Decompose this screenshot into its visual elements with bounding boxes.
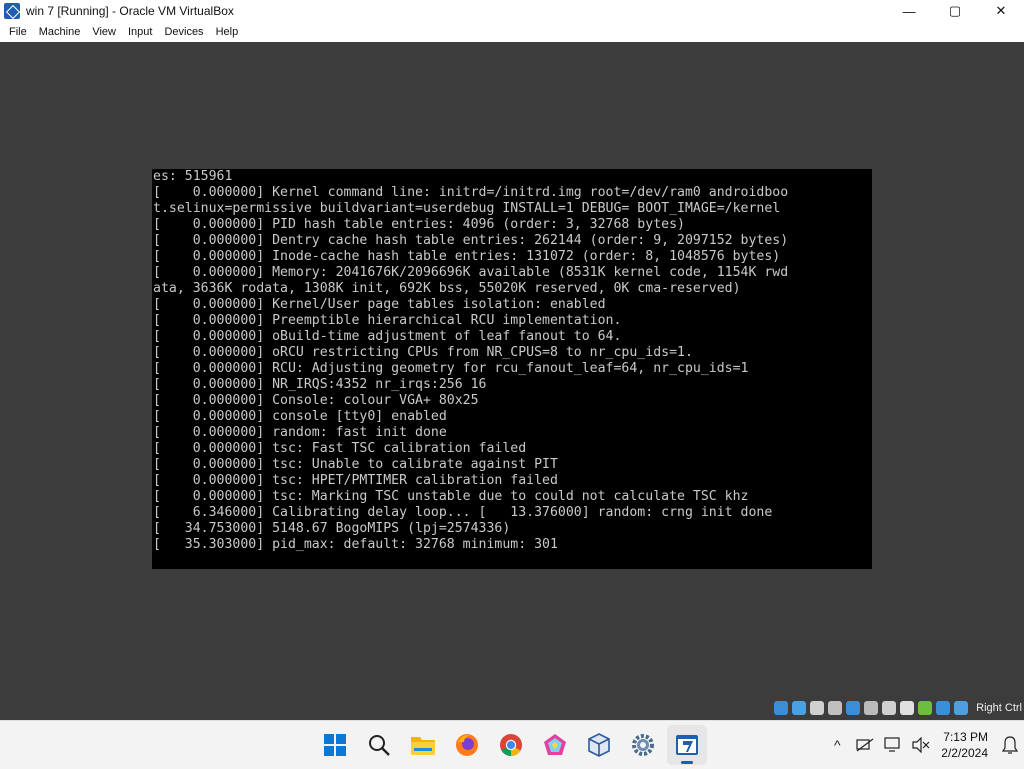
- console-line: [ 35.303000] pid_max: default: 32768 min…: [153, 537, 558, 552]
- console-line: t.selinux=permissive buildvariant=userde…: [153, 201, 781, 216]
- app-icon: [544, 734, 566, 755]
- virtualbox-button[interactable]: [579, 725, 619, 765]
- taskbar-apps: [315, 725, 707, 765]
- console-line: [ 0.000000] Kernel command line: initrd=…: [153, 185, 789, 200]
- vm-window-button[interactable]: [667, 725, 707, 765]
- console-line: [ 0.000000] Console: colour VGA+ 80x25: [153, 393, 479, 408]
- chevron-up-icon[interactable]: ^: [823, 731, 851, 759]
- cpu-icon[interactable]: [918, 701, 932, 715]
- audio-icon[interactable]: [792, 701, 806, 715]
- virtualbox-icon: [588, 733, 610, 757]
- console-line: [ 6.346000] Calibrating delay loop... [ …: [153, 505, 773, 520]
- keyboard-icon[interactable]: [954, 701, 968, 715]
- console-line: [ 34.753000] 5148.67 BogoMIPS (lpj=25743…: [153, 521, 511, 536]
- system-tray: ^ 7:13 PM 2/2/2024: [823, 721, 1024, 769]
- app-button[interactable]: [535, 725, 575, 765]
- vm-window-icon: [676, 735, 698, 755]
- menu-devices[interactable]: Devices: [158, 26, 209, 38]
- bell-icon: [1002, 736, 1018, 754]
- menu-file[interactable]: File: [3, 26, 33, 38]
- console-line: [ 0.000000] Kernel/User page tables isol…: [153, 297, 606, 312]
- close-button[interactable]: ✕: [978, 0, 1024, 22]
- start-button[interactable]: [315, 725, 355, 765]
- maximize-button[interactable]: ▢: [932, 0, 978, 22]
- clock-time: 7:13 PM: [943, 730, 988, 744]
- taskbar: ^ 7:13 PM 2/2/2024: [0, 720, 1024, 769]
- guest-console[interactable]: es: 515961[ 0.000000] Kernel command lin…: [152, 169, 872, 569]
- console-line: [ 0.000000] Preemptible hierarchical RCU…: [153, 313, 622, 328]
- notification-button[interactable]: [996, 731, 1024, 759]
- vm-display-area[interactable]: es: 515961[ 0.000000] Kernel command lin…: [0, 42, 1024, 698]
- console-line: [ 0.000000] tsc: HPET/PMTIMER calibratio…: [153, 473, 558, 488]
- status-icons: [774, 701, 968, 715]
- network-icon: [856, 738, 874, 752]
- mouse-integration-icon[interactable]: [936, 701, 950, 715]
- settings-icon: [632, 734, 654, 756]
- chrome-button[interactable]: [491, 725, 531, 765]
- console-line: [ 0.000000] oRCU restricting CPUs from N…: [153, 345, 693, 360]
- network-icon[interactable]: [810, 701, 824, 715]
- clock[interactable]: 7:13 PM 2/2/2024: [935, 729, 996, 761]
- console-line: [ 0.000000] random: fast init done: [153, 425, 447, 440]
- start-icon: [324, 734, 346, 756]
- console-line: [ 0.000000] tsc: Marking TSC unstable du…: [153, 489, 749, 504]
- search-button[interactable]: [359, 725, 399, 765]
- monitor-icon: [884, 737, 900, 752]
- menu-input[interactable]: Input: [122, 26, 158, 38]
- virtualization-icon[interactable]: [900, 701, 914, 715]
- menu-help[interactable]: Help: [210, 26, 245, 38]
- usb-icon[interactable]: [828, 701, 842, 715]
- console-line: [ 0.000000] Memory: 2041676K/2096696K av…: [153, 265, 789, 280]
- console-line: [ 0.000000] console [tty0] enabled: [153, 409, 447, 424]
- file-explorer-button[interactable]: [403, 725, 443, 765]
- console-line: ata, 3636K rodata, 1308K init, 692K bss,…: [153, 281, 741, 296]
- vm-status-bar: Right Ctrl: [0, 698, 1024, 720]
- optical-drive-icon[interactable]: [774, 701, 788, 715]
- menu-bar: File Machine View Input Devices Help: [0, 22, 1024, 42]
- virtualbox-icon: [4, 3, 20, 19]
- console-line: es: 515961: [153, 169, 233, 184]
- firefox-button[interactable]: [447, 725, 487, 765]
- host-key-label: Right Ctrl: [976, 702, 1022, 714]
- title-bar: win 7 [Running] - Oracle VM VirtualBox —…: [0, 0, 1024, 22]
- video-capture-icon[interactable]: [882, 701, 896, 715]
- firefox-icon: [456, 734, 478, 756]
- console-line: [ 0.000000] PID hash table entries: 4096…: [153, 217, 685, 232]
- file-explorer-icon: [411, 737, 435, 755]
- window-title: win 7 [Running] - Oracle VM VirtualBox: [26, 4, 234, 18]
- console-line: [ 0.000000] RCU: Adjusting geometry for …: [153, 361, 749, 376]
- minimize-button[interactable]: —: [886, 0, 932, 22]
- chrome-icon: [500, 734, 522, 756]
- settings-button[interactable]: [623, 725, 663, 765]
- console-line: [ 0.000000] tsc: Unable to calibrate aga…: [153, 457, 558, 472]
- volume-tray-icon[interactable]: [907, 731, 935, 759]
- display-tray-icon[interactable]: [879, 731, 907, 759]
- console-line: [ 0.000000] NR_IRQS:4352 nr_irqs:256 16: [153, 377, 487, 392]
- console-line: [ 0.000000] oBuild-time adjustment of le…: [153, 329, 622, 344]
- shared-folders-icon[interactable]: [846, 701, 860, 715]
- clock-date: 2/2/2024: [941, 746, 988, 760]
- console-line: [ 0.000000] Inode-cache hash table entri…: [153, 249, 781, 264]
- display-icon[interactable]: [864, 701, 878, 715]
- menu-machine[interactable]: Machine: [33, 26, 87, 38]
- speaker-muted-icon: [912, 737, 930, 753]
- console-line: [ 0.000000] Dentry cache hash table entr…: [153, 233, 789, 248]
- menu-view[interactable]: View: [86, 26, 122, 38]
- console-line: [ 0.000000] tsc: Fast TSC calibration fa…: [153, 441, 527, 456]
- window-controls: — ▢ ✕: [886, 0, 1024, 22]
- network-tray-icon[interactable]: [851, 731, 879, 759]
- search-icon: [369, 735, 390, 756]
